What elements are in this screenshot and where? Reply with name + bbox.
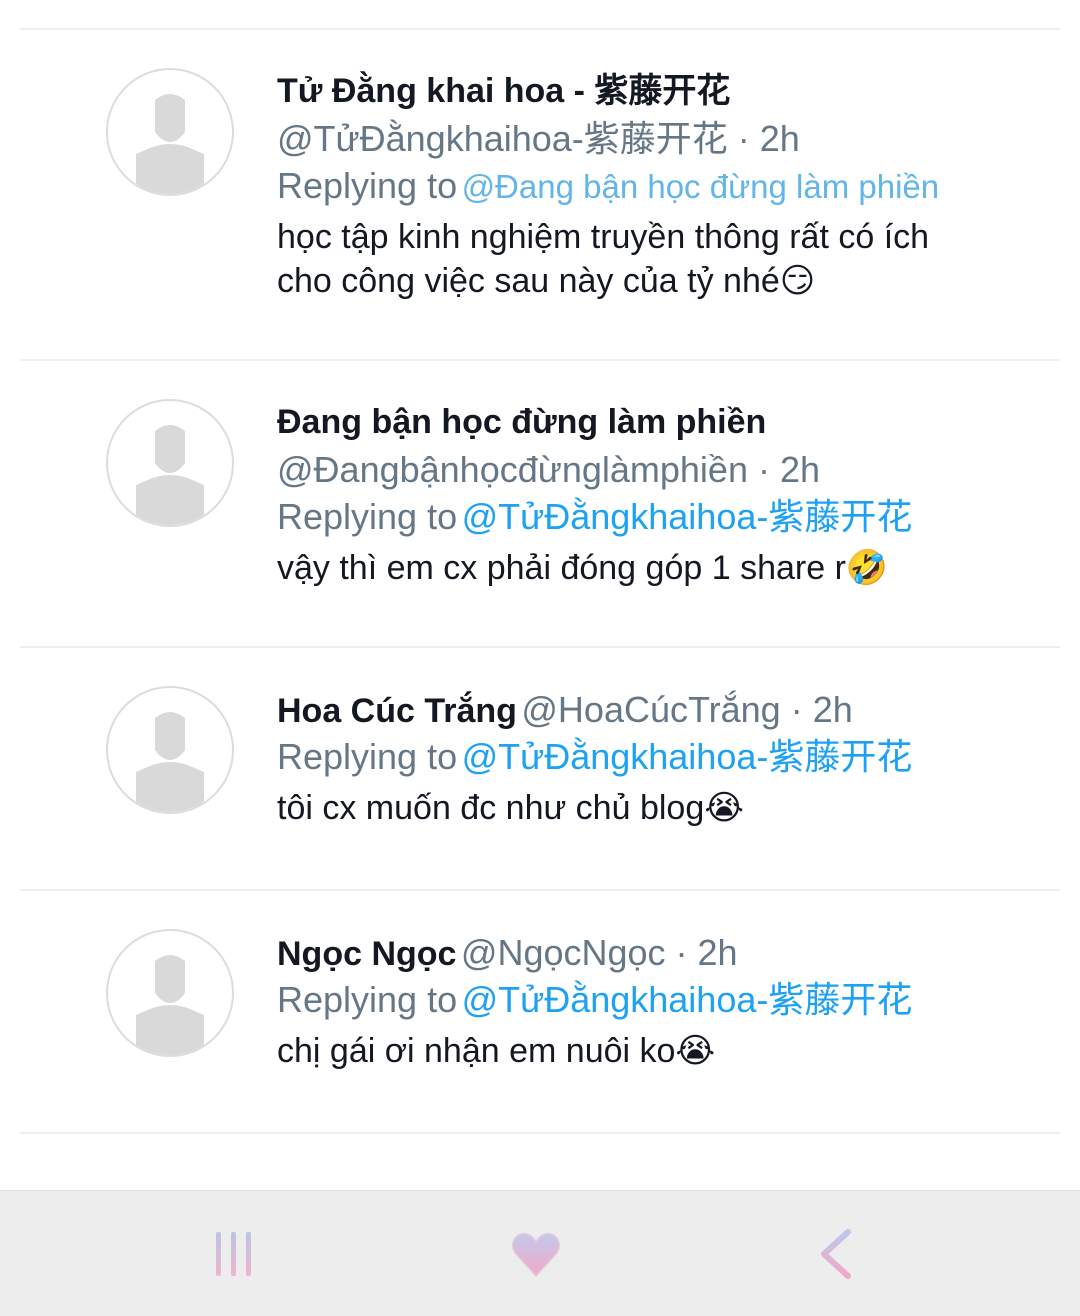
reply-item[interactable]: Hoa Cúc Trắng @HoaCúcTrắng · 2h Replying…	[0, 648, 1080, 890]
reply-text: học tập kinh nghiệm truyền thông rất có …	[277, 215, 1037, 303]
system-navigation-bar	[0, 1190, 1080, 1316]
replying-to-link[interactable]: @TửĐằngkhaihoa-紫藤开花	[462, 979, 913, 1020]
default-avatar-icon	[136, 955, 204, 1055]
avatar[interactable]	[106, 399, 234, 527]
reply-text: tôi cx muốn đc như chủ blog😭	[277, 786, 1037, 830]
handle-timestamp[interactable]: @NgọcNgọc · 2h	[461, 932, 738, 973]
replying-to-link[interactable]: @Đang bận học đừng làm phiền	[462, 168, 940, 205]
divider	[20, 1132, 1060, 1134]
reply-item[interactable]: Đang bận học đừng làm phiền @Đangbậnhọcđ…	[0, 361, 1080, 647]
replying-label: Replying to	[277, 979, 458, 1020]
reply-text-line: cho công việc sau này của tỷ nhé😏	[277, 262, 816, 300]
display-name[interactable]: Tử Đằng khai hoa - 紫藤开花	[277, 72, 730, 110]
recent-apps-icon	[216, 1231, 251, 1276]
default-avatar-icon	[136, 712, 204, 812]
reply-feed: Tử Đằng khai hoa - 紫藤开花 @TửĐằngkhaihoa-紫…	[0, 0, 1080, 1190]
replying-label: Replying to	[277, 496, 458, 537]
reply-text: chị gái ơi nhận em nuôi ko😭	[277, 1029, 1037, 1073]
reply-item[interactable]: Tử Đằng khai hoa - 紫藤开花 @TửĐằngkhaihoa-紫…	[0, 30, 1080, 360]
reply-text-line: chị gái ơi nhận em nuôi ko😭	[277, 1032, 716, 1070]
replying-to-link[interactable]: @TửĐằngkhaihoa-紫藤开花	[462, 496, 913, 537]
default-avatar-icon	[136, 425, 204, 525]
reply-text-line: học tập kinh nghiệm truyền thông rất có …	[277, 218, 930, 256]
back-chevron-icon	[821, 1228, 851, 1279]
display-name[interactable]: Ngọc Ngọc	[277, 935, 456, 973]
display-name[interactable]: Hoa Cúc Trắng	[277, 692, 517, 730]
replying-label: Replying to	[277, 736, 458, 777]
replying-to-link[interactable]: @TửĐằngkhaihoa-紫藤开花	[462, 736, 913, 777]
default-avatar-icon	[136, 94, 204, 194]
avatar[interactable]	[106, 686, 234, 814]
handle-timestamp[interactable]: @Đangbậnhọcđừnglàmphiền · 2h	[277, 449, 820, 490]
avatar[interactable]	[106, 929, 234, 1057]
handle-timestamp[interactable]: @HoaCúcTrắng · 2h	[521, 689, 852, 730]
handle-timestamp[interactable]: @TửĐằngkhaihoa-紫藤开花 · 2h	[277, 118, 800, 159]
reply-text-line: vậy thì em cx phải đóng góp 1 share r🤣	[277, 549, 889, 587]
display-name[interactable]: Đang bận học đừng làm phiền	[277, 403, 766, 441]
avatar[interactable]	[106, 68, 234, 196]
replying-label: Replying to	[277, 165, 458, 206]
recent-apps-button[interactable]	[174, 1191, 294, 1316]
back-button[interactable]	[776, 1191, 896, 1316]
home-button[interactable]	[476, 1191, 596, 1316]
reply-text: vậy thì em cx phải đóng góp 1 share r🤣	[277, 546, 1037, 590]
reply-item[interactable]: Ngọc Ngọc @NgọcNgọc · 2h Replying to @Tử…	[0, 891, 1080, 1133]
heart-home-icon	[512, 1232, 560, 1277]
reply-text-line: tôi cx muốn đc như chủ blog😭	[277, 789, 744, 827]
